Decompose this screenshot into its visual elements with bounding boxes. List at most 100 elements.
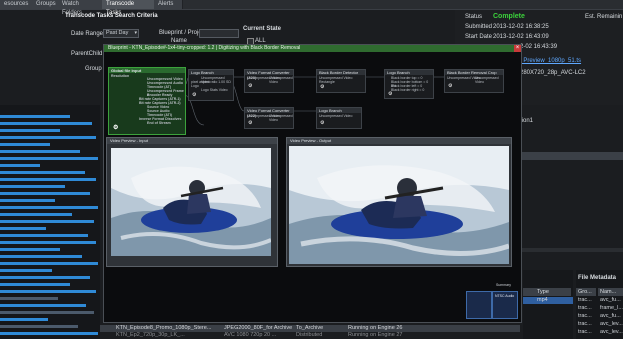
- job-state-cell: Running on Engine 26: [348, 325, 403, 331]
- output-preview-title: Video Preview - Output: [287, 138, 511, 144]
- thumb-label: NTSC Audio: [495, 294, 515, 298]
- criteria-title: Transcode Tasks Search Criteria: [65, 13, 158, 19]
- job-format-cell: JPEG2000_80F_for Archive: [224, 325, 293, 331]
- task-bar: [0, 136, 96, 139]
- est-remaining-label: Est. Remainin: [585, 14, 623, 20]
- node-port: Black border right = 0: [391, 88, 425, 92]
- gear-icon[interactable]: ⚙: [248, 120, 252, 126]
- start-date-label: Start Date: [465, 34, 493, 40]
- task-bar: [0, 178, 96, 181]
- node-title: Black Border Detector: [317, 70, 365, 75]
- task-bar: [0, 185, 65, 188]
- global-file-input-node[interactable]: Global file input Resolution Uncompresse…: [108, 67, 186, 135]
- task-bar: [0, 269, 52, 272]
- video-format-converter-node[interactable]: Video Format Converter (420) Uncompresse…: [244, 69, 294, 93]
- metadata-group-cell: trac...: [578, 297, 592, 303]
- node-port: Logo Stats Video: [201, 88, 228, 92]
- tab-resources[interactable]: esources: [0, 0, 33, 9]
- right-section-header: [520, 152, 623, 160]
- metadata-name-cell: avc_fu...: [600, 297, 621, 303]
- logo-branch-node-2[interactable]: Logo Branch Uncompressed Video ⚙: [316, 107, 362, 129]
- tab-alerts[interactable]: Alerts: [154, 0, 183, 9]
- current-state-label: Current State: [243, 26, 282, 32]
- black-border-detector-node[interactable]: Black Border Detector Uncompressed Video…: [316, 69, 366, 93]
- node-port: End of Stream: [147, 121, 171, 125]
- end-date-value: 2-02 16:43:39: [520, 44, 558, 50]
- gear-icon[interactable]: ⚙: [448, 83, 452, 89]
- node-title: Black Border Removal Crop: [445, 70, 503, 75]
- task-bar: [0, 283, 70, 286]
- job-dest-cell: To_Archive: [296, 325, 324, 331]
- right-divider: [520, 248, 623, 252]
- task-bar: [0, 129, 60, 132]
- node-title: Video Format Converter (422): [245, 108, 293, 118]
- tab-groups[interactable]: Groups: [32, 0, 59, 9]
- date-range-label: Date Range: [71, 31, 104, 37]
- metadata-name-cell: frame_l...: [600, 305, 623, 311]
- tab-strip: esources Groups Watch Folders Transcode …: [0, 0, 623, 16]
- task-bar: [0, 143, 50, 146]
- col-header-type[interactable]: Type: [535, 288, 571, 296]
- stream-type-panel: Type mp4: [523, 270, 573, 339]
- video-format-converter-422-node[interactable]: Video Format Converter (422) Uncompresse…: [244, 107, 294, 129]
- tab-transcode-tasks[interactable]: Transcode Tasks: [102, 0, 155, 16]
- audio-thumbnail[interactable]: NTSC Audio: [492, 291, 518, 319]
- task-bar: [0, 199, 55, 202]
- metadata-group-cell: trac...: [578, 305, 592, 311]
- node-title: Logo Branch: [385, 70, 433, 75]
- input-preview-window[interactable]: Video Preview - Input: [106, 137, 278, 267]
- output-file-link[interactable]: _Preview_1080p_51.ts: [520, 58, 581, 64]
- task-bar: [0, 311, 94, 314]
- gear-icon[interactable]: ⚙: [320, 120, 324, 126]
- logo-branch-node[interactable]: Logo Branch Uncompressed Video pixel asp…: [188, 69, 234, 101]
- task-bar: [0, 192, 90, 195]
- table-row[interactable]: KTN_Episode8_Promo_1080p_Stere... JPEG20…: [100, 325, 520, 332]
- task-bar: [0, 248, 60, 251]
- tab-watch-folders[interactable]: Watch Folders: [58, 0, 103, 16]
- output-preview-image: [289, 146, 509, 264]
- task-bar: [0, 318, 48, 321]
- task-list-panel[interactable]: [0, 105, 100, 339]
- task-bar: [0, 255, 82, 258]
- col-header-group[interactable]: Gro...: [576, 288, 596, 296]
- node-title: Global file input: [109, 68, 185, 73]
- node-port: Uncompressed Video: [319, 114, 353, 118]
- job-name-cell: KTN_Ep2_720p_30p_LK_...: [116, 332, 185, 338]
- file-metadata-panel: File Metadata Gro... Nam... trac... avc_…: [576, 270, 623, 339]
- task-bar: [0, 304, 86, 307]
- task-bar: [0, 220, 94, 223]
- gear-icon[interactable]: ⚙: [388, 91, 392, 97]
- table-row[interactable]: KTN_Ep2_720p_30p_LK_... AVC 1080 720p 20…: [100, 332, 520, 339]
- logo-branch-border-node[interactable]: Logo Branch Black border top = 0 Black b…: [384, 69, 434, 99]
- metadata-group-cell: trac...: [578, 313, 592, 319]
- chevron-down-icon: ▾: [134, 30, 137, 36]
- wrench-icon[interactable]: ⚙: [113, 124, 118, 131]
- task-bar: [0, 290, 96, 293]
- gear-icon[interactable]: ⚙: [192, 92, 196, 98]
- task-bar: [0, 171, 85, 174]
- gear-icon[interactable]: ⚙: [320, 84, 324, 90]
- task-bar: [0, 150, 80, 153]
- submitted-value: 2013-12-02 16:38:25: [493, 24, 549, 30]
- date-range-select[interactable]: Past Day ▾: [103, 29, 139, 38]
- task-bar: [0, 115, 70, 118]
- blueprint-window[interactable]: Blueprint - KTN_Episode#-1x4-tiny-croppe…: [103, 44, 522, 323]
- summary-label: Summary: [496, 283, 511, 287]
- job-dest-cell: Distributed: [296, 332, 323, 338]
- task-bar: [0, 213, 72, 216]
- metadata-name-cell: avc_lev...: [600, 329, 623, 335]
- task-bar: [0, 276, 90, 279]
- col-header: [523, 288, 535, 296]
- gear-icon[interactable]: ⚙: [248, 83, 252, 89]
- node-port: Uncompressed Video: [269, 76, 293, 84]
- job-state-cell: Running on Engine 27: [348, 332, 403, 338]
- task-bar: [0, 164, 40, 167]
- black-border-removal-node[interactable]: Black Border Removal Crop Uncompressed V…: [444, 69, 504, 93]
- summary-thumbnail[interactable]: [466, 291, 492, 319]
- blueprint-input[interactable]: [199, 29, 239, 38]
- output-preview-window[interactable]: Video Preview - Output: [286, 137, 512, 267]
- task-bar: [0, 157, 98, 160]
- table-row[interactable]: mp4: [523, 297, 573, 304]
- col-header-name[interactable]: Nam...: [598, 288, 623, 296]
- task-bar: [0, 262, 98, 265]
